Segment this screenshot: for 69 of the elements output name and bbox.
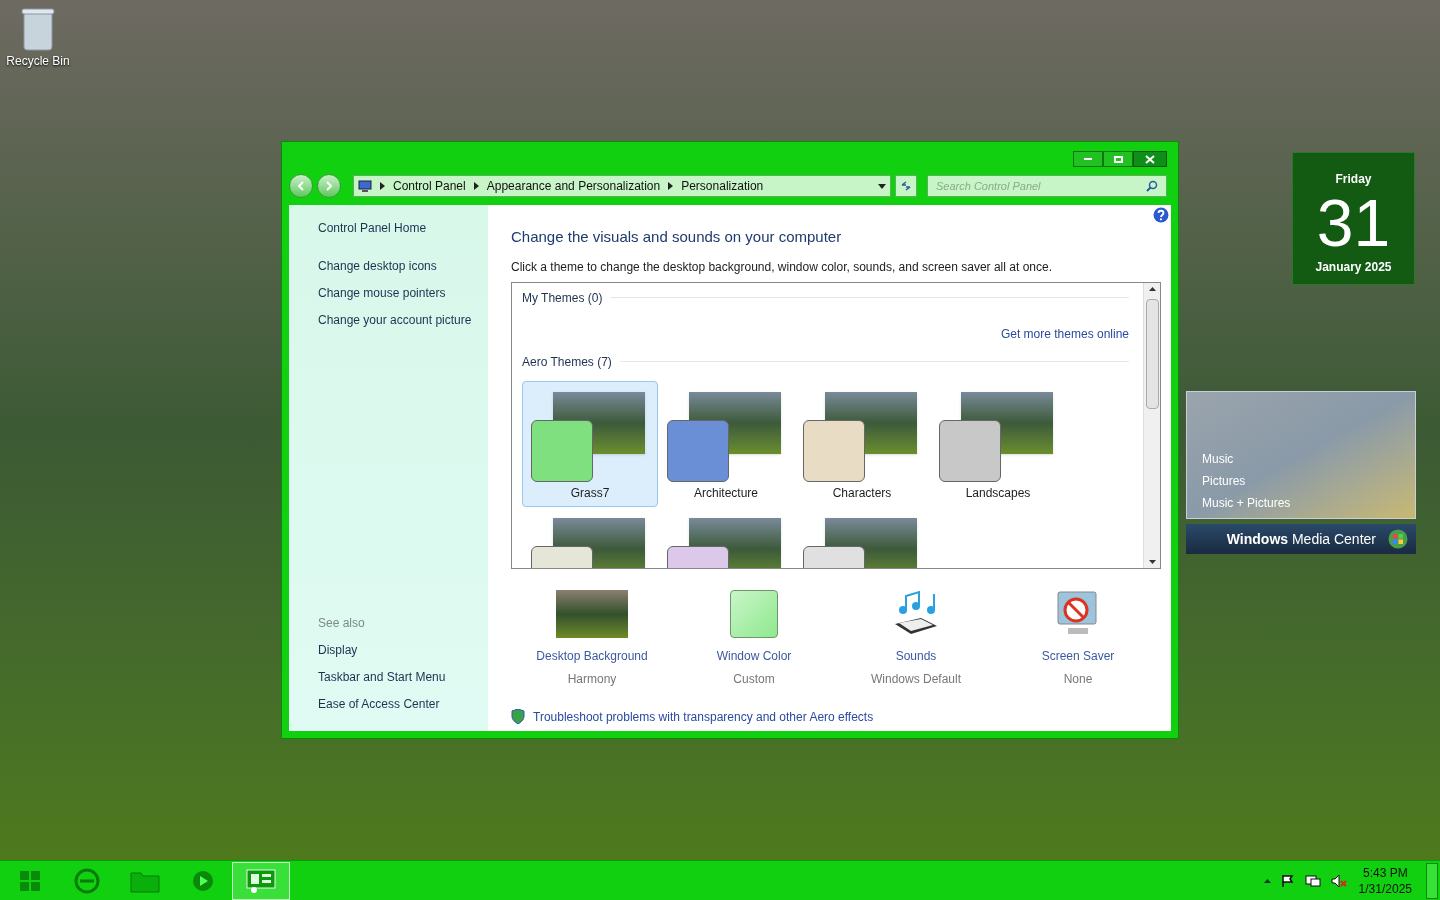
landscape-thumbnail xyxy=(556,589,628,638)
play-icon xyxy=(192,869,214,892)
section-heading: Aero Themes (7) xyxy=(522,353,612,371)
help-icon[interactable] xyxy=(1153,207,1169,223)
theme-setting[interactable]: Window Color Custom xyxy=(673,588,835,688)
windows-logo-icon xyxy=(19,869,41,892)
theme-tile[interactable]: Grass7 xyxy=(522,380,658,507)
theme-setting[interactable]: Sounds Windows Default xyxy=(835,588,997,688)
section-heading: My Themes (0) xyxy=(522,289,603,307)
clock[interactable]: 5:43 PM 1/31/2025 xyxy=(1358,864,1412,897)
address-bar[interactable]: Control Panel Appearance and Personalization Personalization xyxy=(353,175,891,197)
maximize-icon xyxy=(1113,155,1123,163)
show-desktop-button[interactable] xyxy=(1426,862,1438,899)
back-button[interactable] xyxy=(289,174,313,198)
theme-tile[interactable]: Landscapes xyxy=(930,380,1066,507)
maximize-button[interactable] xyxy=(1103,151,1133,167)
refresh-icon xyxy=(900,180,912,192)
muted-speaker-icon[interactable] xyxy=(1330,873,1347,888)
theme-name: Architecture xyxy=(694,484,758,502)
sidebar-link[interactable]: Display xyxy=(318,641,486,659)
theme-name: Grass7 xyxy=(570,484,610,502)
sidebar-link[interactable]: Change mouse pointers xyxy=(318,284,486,302)
get-more-themes-link[interactable]: Get more themes online xyxy=(1000,324,1129,343)
minimize-button[interactable] xyxy=(1073,151,1103,167)
sidebar-link[interactable]: Ease of Access Center xyxy=(318,695,486,713)
refresh-button[interactable] xyxy=(895,175,917,197)
control-panel-icon xyxy=(245,867,277,894)
forward-button[interactable] xyxy=(317,174,341,198)
chevron-right-icon xyxy=(473,182,479,190)
search-box[interactable]: Search Control Panel xyxy=(927,175,1167,197)
sidebar-link[interactable]: Control Panel Home xyxy=(318,219,486,237)
scroll-thumb[interactable] xyxy=(1145,298,1159,409)
color-swatch xyxy=(730,589,778,638)
breadcrumb-item[interactable]: Control Panel xyxy=(393,177,466,195)
search-field[interactable]: Search Control Panel xyxy=(936,177,1146,195)
chevron-right-icon xyxy=(668,182,674,190)
calendar-gadget: Friday 31 January 2025 xyxy=(1292,152,1415,285)
page-description: Click a theme to change the desktop background, window color, sounds, and screen saver all at once. xyxy=(511,258,1053,276)
media-center-title-bar[interactable]: Windows Media Center xyxy=(1186,524,1416,554)
sidebar-link[interactable]: Change your account picture xyxy=(318,311,486,329)
sidebar-link[interactable]: Taskbar and Start Menu xyxy=(318,668,486,686)
minimize-icon xyxy=(1084,158,1092,160)
close-button[interactable] xyxy=(1133,151,1167,167)
windows-orb-icon xyxy=(1388,529,1408,549)
dropdown-caret-icon xyxy=(878,183,886,189)
breadcrumb-item[interactable]: Appearance and Personalization xyxy=(486,177,661,195)
flag-icon[interactable] xyxy=(1280,873,1295,888)
theme-setting[interactable]: Screen Saver None xyxy=(997,588,1159,688)
theme-tile[interactable]: Architecture xyxy=(658,380,794,507)
taskbar-app[interactable] xyxy=(232,861,290,900)
see-also-heading: See also xyxy=(318,615,366,632)
troubleshoot-link[interactable]: Troubleshoot problems with transparency and other Aero effects xyxy=(533,707,874,726)
sidebar-link[interactable]: Change desktop icons xyxy=(318,257,486,275)
scroll-down-icon[interactable] xyxy=(1148,559,1156,564)
monitor-icon xyxy=(358,180,372,192)
shield-icon xyxy=(511,709,525,724)
close-icon xyxy=(1145,154,1155,164)
breadcrumb-item[interactable]: Personalization xyxy=(681,177,764,195)
theme-name: Characters xyxy=(832,484,892,502)
trash-bin-icon xyxy=(21,8,55,52)
network-icon[interactable] xyxy=(1304,873,1321,888)
theme-setting[interactable]: Desktop Background Harmony xyxy=(511,588,673,688)
chevron-right-icon xyxy=(380,182,385,190)
scroll-up-icon[interactable] xyxy=(1148,286,1156,291)
page-title: Change the visuals and sounds on your computer xyxy=(511,227,843,247)
theme-name: Landscapes xyxy=(965,484,1031,502)
theme-tile[interactable]: Characters xyxy=(794,380,930,507)
show-hidden-icons-caret[interactable] xyxy=(1263,878,1271,883)
search-icon xyxy=(1146,180,1158,192)
